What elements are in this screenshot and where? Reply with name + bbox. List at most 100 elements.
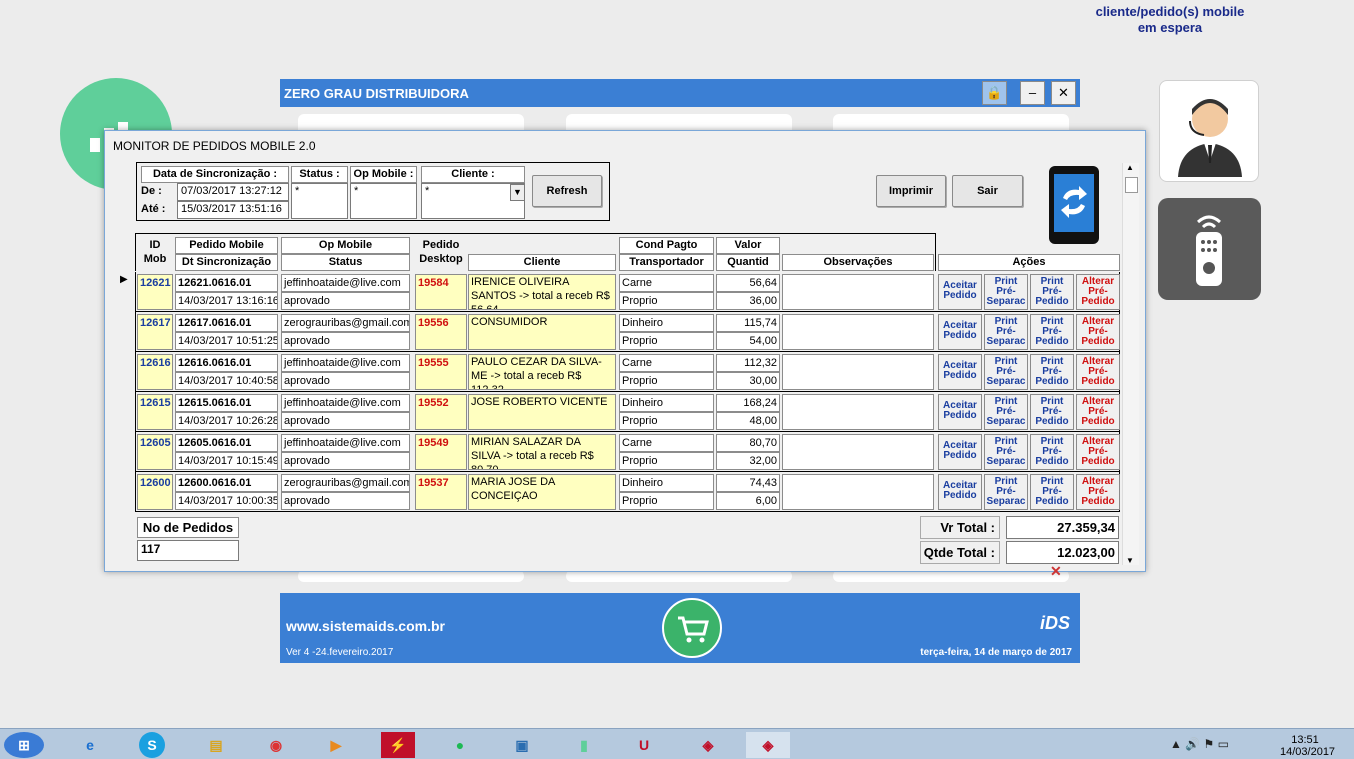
monitor-title: MONITOR DE PEDIDOS MOBILE 2.0 — [113, 139, 316, 153]
close-x-icon[interactable]: ✕ — [1050, 563, 1062, 580]
support-agent-button[interactable] — [1159, 80, 1259, 182]
accept-order-button[interactable]: Aceitar Pedido — [938, 274, 982, 310]
row-cond-pagto: Carne — [619, 434, 714, 452]
row-op-mobile: jeffinhoataide@live.com — [281, 354, 410, 372]
media-player-icon[interactable]: ▶ — [314, 732, 358, 758]
row-observacoes[interactable] — [782, 434, 934, 470]
row-transportador: Proprio — [619, 412, 714, 430]
row-status: aprovado — [281, 292, 410, 310]
row-observacoes[interactable] — [782, 274, 934, 310]
chrome-icon[interactable]: ◉ — [254, 732, 298, 758]
app-red-icon[interactable]: ⚡ — [381, 732, 415, 758]
sync-date-label: Data de Sincronização : — [141, 166, 289, 183]
shopping-cart-icon[interactable] — [662, 598, 722, 658]
print-pre-pedido-button[interactable]: Print Pré-Pedido — [1030, 274, 1074, 310]
row-cliente: JOSE ROBERTO VICENTE — [468, 394, 616, 430]
internet-explorer-icon[interactable]: e — [68, 732, 112, 758]
row-dt-sinc: 14/03/2017 10:40:58 — [175, 372, 278, 390]
footer-version: Ver 4 -24.fevereiro.2017 — [286, 647, 394, 658]
table-row[interactable]: 12617 12617.0616.01 14/03/2017 10:51:25 zer… — [135, 312, 1122, 352]
row-pedido-desktop: 19552 — [415, 394, 467, 430]
accept-order-button[interactable]: Aceitar Pedido — [938, 354, 982, 390]
chevron-down-icon[interactable]: ▼ — [510, 184, 525, 201]
row-observacoes[interactable] — [782, 474, 934, 510]
row-valor: 168,24 — [716, 394, 780, 412]
alter-pre-pedido-button[interactable]: Alterar Pré-Pedido — [1076, 354, 1120, 390]
alter-pre-pedido-button[interactable]: Alterar Pré-Pedido — [1076, 434, 1120, 470]
print-pre-separac-button[interactable]: Print Pré-Separac — [984, 274, 1028, 310]
refresh-button[interactable]: Refresh — [532, 175, 602, 207]
print-button[interactable]: Imprimir — [876, 175, 946, 207]
vertical-scrollbar[interactable]: ▲ ▼ — [1122, 163, 1139, 565]
app-ids-icon-2[interactable]: ◈ — [746, 732, 790, 758]
footer-url[interactable]: www.sistemaids.com.br — [286, 618, 445, 634]
monitor-window: MONITOR DE PEDIDOS MOBILE 2.0 Data de Si… — [104, 130, 1146, 572]
print-pre-pedido-button[interactable]: Print Pré-Pedido — [1030, 394, 1074, 430]
table-row[interactable]: 12600 12600.0616.01 14/03/2017 10:00:35 zer… — [135, 472, 1122, 512]
row-quantid: 48,00 — [716, 412, 780, 430]
row-id: 12600 — [137, 474, 173, 510]
row-cond-pagto: Carne — [619, 354, 714, 372]
row-observacoes[interactable] — [782, 394, 934, 430]
header-acoes: Ações — [938, 254, 1120, 271]
skype-icon[interactable]: S — [139, 732, 165, 758]
row-valor: 74,43 — [716, 474, 780, 492]
print-pre-separac-button[interactable]: Print Pré-Separac — [984, 314, 1028, 350]
row-transportador: Proprio — [619, 452, 714, 470]
alter-pre-pedido-button[interactable]: Alterar Pré-Pedido — [1076, 274, 1120, 310]
row-id: 12616 — [137, 354, 173, 390]
order-count-label: No de Pedidos — [137, 517, 239, 538]
row-cliente: CONSUMIDOR — [468, 314, 616, 350]
system-tray-icons[interactable]: ▲ 🔊 ⚑ ▭ — [1170, 737, 1229, 751]
op-mobile-filter-input[interactable]: * — [350, 183, 417, 219]
date-to-input[interactable]: 15/03/2017 13:51:16 — [177, 201, 289, 219]
remote-control-button[interactable] — [1158, 198, 1261, 300]
table-row[interactable]: 12605 12605.0616.01 14/03/2017 10:15:49 jef… — [135, 432, 1122, 472]
row-cond-pagto: Dinheiro — [619, 474, 714, 492]
close-button[interactable]: ✕ — [1051, 81, 1076, 105]
total-value-label: Vr Total : — [920, 516, 1000, 539]
alter-pre-pedido-button[interactable]: Alterar Pré-Pedido — [1076, 314, 1120, 350]
header-observacoes: Observações — [782, 254, 934, 271]
lock-icon[interactable]: 🔒 — [982, 81, 1007, 105]
table-row[interactable]: 12615 12615.0616.01 14/03/2017 10:26:28 jef… — [135, 392, 1122, 432]
app-u-icon[interactable]: U — [622, 732, 666, 758]
start-button[interactable]: ⊞ — [4, 732, 44, 758]
print-pre-separac-button[interactable]: Print Pré-Separac — [984, 434, 1028, 470]
row-op-mobile: zerograuribas@gmail.com — [281, 314, 410, 332]
spotify-icon[interactable]: ● — [438, 732, 482, 758]
accept-order-button[interactable]: Aceitar Pedido — [938, 314, 982, 350]
print-pre-pedido-button[interactable]: Print Pré-Pedido — [1030, 474, 1074, 510]
mobile-sync-icon[interactable] — [1049, 166, 1099, 244]
accept-order-button[interactable]: Aceitar Pedido — [938, 434, 982, 470]
row-observacoes[interactable] — [782, 354, 934, 390]
row-observacoes[interactable] — [782, 314, 934, 350]
exit-button[interactable]: Sair — [952, 175, 1023, 207]
print-pre-pedido-button[interactable]: Print Pré-Pedido — [1030, 314, 1074, 350]
row-op-mobile: jeffinhoataide@live.com — [281, 394, 410, 412]
chart-taskbar-icon[interactable]: ▮ — [562, 732, 606, 758]
header-op-mobile: Op Mobile — [281, 237, 410, 254]
file-explorer-icon[interactable]: ▤ — [194, 732, 238, 758]
print-pre-pedido-button[interactable]: Print Pré-Pedido — [1030, 434, 1074, 470]
clock[interactable]: 13:51 14/03/2017 — [1280, 734, 1336, 758]
print-pre-pedido-button[interactable]: Print Pré-Pedido — [1030, 354, 1074, 390]
accept-order-button[interactable]: Aceitar Pedido — [938, 474, 982, 510]
alter-pre-pedido-button[interactable]: Alterar Pré-Pedido — [1076, 394, 1120, 430]
cube-app-icon[interactable]: ▣ — [500, 732, 544, 758]
clock-date: 14/03/2017 — [1280, 746, 1336, 758]
alter-pre-pedido-button[interactable]: Alterar Pré-Pedido — [1076, 474, 1120, 510]
print-pre-separac-button[interactable]: Print Pré-Separac — [984, 354, 1028, 390]
total-quantity-label: Qtde Total : — [920, 541, 1000, 564]
print-pre-separac-button[interactable]: Print Pré-Separac — [984, 394, 1028, 430]
table-row[interactable]: ▶ 12621 12621.0616.01 14/03/2017 13:16:16 je… — [120, 272, 1122, 312]
minimize-button[interactable]: – — [1020, 81, 1045, 105]
date-from-input[interactable]: 07/03/2017 13:27:12 — [177, 183, 289, 201]
row-status: aprovado — [281, 332, 410, 350]
total-quantity: 12.023,00 — [1006, 541, 1119, 564]
accept-order-button[interactable]: Aceitar Pedido — [938, 394, 982, 430]
status-filter-input[interactable]: * — [291, 183, 348, 219]
print-pre-separac-button[interactable]: Print Pré-Separac — [984, 474, 1028, 510]
app-ids-icon-1[interactable]: ◈ — [686, 732, 730, 758]
table-row[interactable]: 12616 12616.0616.01 14/03/2017 10:40:58 jef… — [135, 352, 1122, 392]
